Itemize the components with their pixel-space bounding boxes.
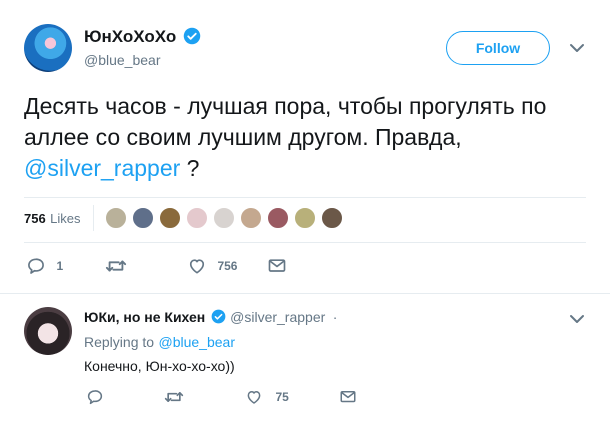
author-handle[interactable]: @blue_bear	[84, 52, 161, 68]
message-icon[interactable]	[339, 388, 357, 406]
tweet-divider	[0, 293, 610, 294]
reply-header: ЮКи, но не Кихен @silver_rapper ·	[84, 309, 337, 327]
reply-text: Конечно, Юн-хо-хо-хо))	[84, 358, 235, 374]
reply-author-avatar[interactable]	[24, 307, 72, 355]
message-icon[interactable]	[267, 256, 287, 276]
tweet-text: Десять часов - лучшая пора, чтобы прогул…	[24, 91, 580, 184]
reply-count: 1	[56, 259, 64, 273]
liker-avatar[interactable]	[185, 206, 209, 230]
stats-divider-bottom	[24, 242, 586, 243]
retweet-icon[interactable]	[164, 388, 184, 406]
liker-avatar[interactable]	[293, 206, 317, 230]
tweet-text-part1: Десять часов - лучшая пора, чтобы прогул…	[24, 93, 547, 150]
reply-like-count: 75	[275, 390, 289, 404]
replying-to-label: Replying to	[84, 334, 155, 350]
like-action[interactable]: 756	[187, 256, 237, 276]
mention-link[interactable]: @silver_rapper	[24, 155, 180, 181]
liker-avatar[interactable]	[239, 206, 263, 230]
reply-author-name[interactable]: ЮКи, но не Кихен	[84, 309, 205, 325]
stats-separator	[93, 205, 94, 231]
reply-dot: ·	[332, 309, 338, 325]
follow-button[interactable]: Follow	[446, 31, 550, 65]
liker-avatar[interactable]	[131, 206, 155, 230]
replying-to-handle[interactable]: @blue_bear	[159, 334, 236, 350]
stats-divider-top	[24, 197, 586, 198]
tweet-text-part2: ?	[180, 155, 200, 181]
reply-like-action[interactable]: 75	[245, 388, 289, 406]
heart-icon	[189, 259, 205, 274]
liker-avatar[interactable]	[158, 206, 182, 230]
reply-author-handle[interactable]: @silver_rapper	[230, 309, 325, 325]
verified-badge-icon	[183, 28, 200, 45]
liker-avatar[interactable]	[212, 206, 236, 230]
reply-icon[interactable]	[86, 388, 104, 406]
likes-stat[interactable]: 756 Likes	[24, 210, 81, 228]
reply-action[interactable]: 1	[26, 256, 63, 276]
reply-icon	[28, 258, 44, 274]
liker-avatar[interactable]	[320, 206, 344, 230]
liker-avatar[interactable]	[104, 206, 128, 230]
liker-avatar[interactable]	[266, 206, 290, 230]
author-name[interactable]: ЮнХоХоХо	[84, 27, 176, 46]
chevron-down-icon[interactable]	[569, 313, 585, 325]
likes-count: 756	[24, 211, 46, 226]
like-count: 756	[217, 259, 238, 273]
chevron-down-icon[interactable]	[569, 42, 585, 54]
likes-label: Likes	[50, 211, 81, 226]
author-name-row[interactable]: ЮнХоХоХо	[84, 27, 201, 49]
replying-to-line: Replying to @blue_bear	[84, 334, 235, 352]
author-avatar[interactable]	[24, 24, 72, 72]
retweet-icon[interactable]	[105, 256, 127, 276]
heart-icon	[247, 391, 261, 404]
verified-badge-icon	[211, 309, 226, 324]
